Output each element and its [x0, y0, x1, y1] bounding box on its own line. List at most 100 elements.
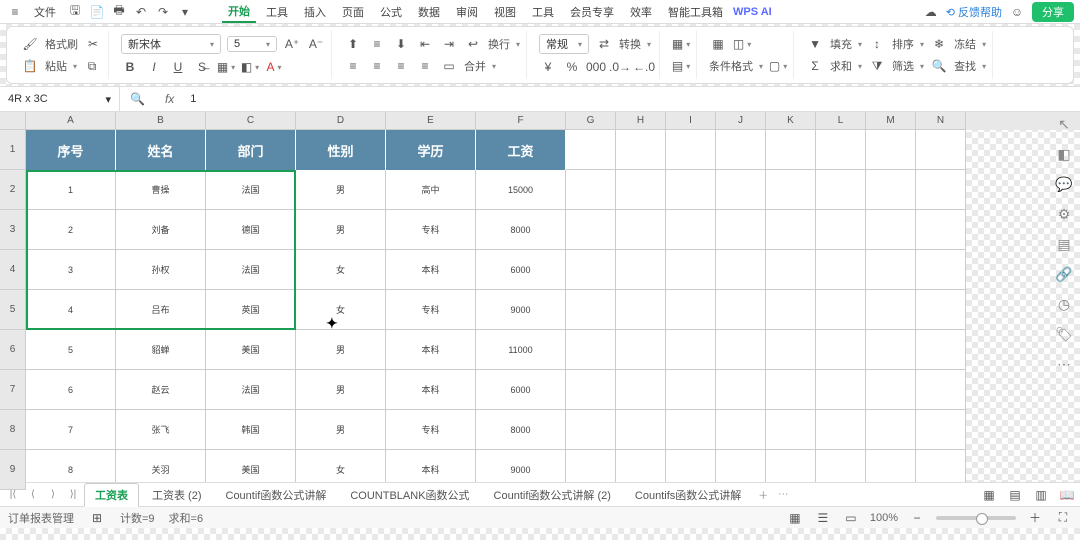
filter-icon[interactable]: ⧩	[868, 57, 886, 75]
indent-dec-icon[interactable]: ⇤	[416, 35, 434, 53]
table-cell[interactable]	[716, 290, 766, 330]
col-header-G[interactable]: G	[566, 112, 616, 130]
add-sheet-icon[interactable]: ＋	[754, 487, 772, 502]
table-cell[interactable]	[616, 410, 666, 450]
table-cell[interactable]: 高中	[386, 170, 476, 210]
table-cell[interactable]: 专科	[386, 210, 476, 250]
sheet-tab[interactable]: Countif函数公式讲解	[215, 483, 338, 507]
table-cell[interactable]	[766, 330, 816, 370]
col-header-K[interactable]: K	[766, 112, 816, 130]
table-cell[interactable]	[816, 330, 866, 370]
table-cell[interactable]	[666, 370, 716, 410]
table-cell[interactable]: 男	[296, 410, 386, 450]
save-icon[interactable]: 🖫	[66, 3, 84, 21]
freeze-icon[interactable]: ❄	[930, 35, 948, 53]
tab-start[interactable]: 开始	[222, 1, 256, 23]
table-cell[interactable]: 8000	[476, 410, 566, 450]
col-header-N[interactable]: N	[916, 112, 966, 130]
tab-smart[interactable]: 智能工具箱	[662, 2, 729, 22]
paste-label[interactable]: 粘贴	[45, 58, 77, 74]
table-cell[interactable]	[916, 290, 966, 330]
table-cell[interactable]: 9000	[476, 450, 566, 482]
sort-icon[interactable]: ↕	[868, 35, 886, 53]
font-name-select[interactable]: 新宋体	[121, 34, 221, 54]
table-cell[interactable]	[866, 330, 916, 370]
cell-style-icon[interactable]: ◫	[733, 35, 751, 53]
style-icon[interactable]: ◧	[1054, 144, 1074, 164]
undo-icon[interactable]: ↶	[132, 3, 150, 21]
table-cell[interactable]	[866, 290, 916, 330]
table-header-cell[interactable]	[766, 130, 816, 170]
table-header-cell[interactable]	[616, 130, 666, 170]
zoom-slider[interactable]	[936, 516, 1016, 520]
table-cell[interactable]: 英国	[206, 290, 296, 330]
view-normal-icon[interactable]: ▦	[980, 486, 998, 504]
table-cell[interactable]: 女	[296, 290, 386, 330]
col-header-I[interactable]: I	[666, 112, 716, 130]
tab-tools[interactable]: 工具	[260, 2, 294, 22]
tab-first-icon[interactable]: |⟨	[4, 489, 22, 500]
zoom-value[interactable]: 100%	[870, 512, 898, 524]
table-cell[interactable]	[816, 170, 866, 210]
rows-cols-icon[interactable]: ▦	[672, 35, 690, 53]
chevron-down-icon[interactable]: ▾	[105, 93, 111, 106]
table-cell[interactable]: 7	[26, 410, 116, 450]
sheet-tab[interactable]: 工资表 (2)	[141, 483, 213, 507]
sum-label[interactable]: 求和	[830, 58, 862, 74]
table-cell[interactable]	[766, 210, 816, 250]
table-cell[interactable]: 本科	[386, 370, 476, 410]
percent-icon[interactable]: %	[563, 58, 581, 76]
table-cell[interactable]	[716, 210, 766, 250]
table-cell[interactable]	[716, 450, 766, 482]
clock-icon[interactable]: ◷	[1054, 294, 1074, 314]
table-header-cell[interactable]	[866, 130, 916, 170]
table-cell[interactable]: 关羽	[116, 450, 206, 482]
wrap-label[interactable]: 换行	[488, 36, 520, 52]
decrease-font-icon[interactable]: A⁻	[307, 35, 325, 53]
align-top-icon[interactable]: ⬆	[344, 35, 362, 53]
tab-review[interactable]: 审阅	[450, 2, 484, 22]
row-header[interactable]: 6	[0, 330, 26, 370]
row-header[interactable]: 3	[0, 210, 26, 250]
table-cell[interactable]: 6000	[476, 250, 566, 290]
table-cell[interactable]: 4	[26, 290, 116, 330]
sheet-tab[interactable]: Countifs函数公式讲解	[624, 483, 752, 507]
table-cell[interactable]: 德国	[206, 210, 296, 250]
cloud-icon[interactable]: ☁	[922, 3, 940, 21]
wps-ai-label[interactable]: WPS AI	[733, 6, 772, 18]
dec-inc-icon[interactable]: .0→	[611, 58, 629, 76]
col-header-M[interactable]: M	[866, 112, 916, 130]
format-brush-label[interactable]: 格式刷	[45, 36, 78, 52]
chat-icon[interactable]: 💬	[1054, 174, 1074, 194]
feedback-link[interactable]: ⟲ 反馈帮助	[946, 4, 1002, 20]
table-cell[interactable]: 法国	[206, 250, 296, 290]
view-page-icon[interactable]: ▤	[1006, 486, 1024, 504]
sort-label[interactable]: 排序	[892, 36, 924, 52]
strike-icon[interactable]: S̶	[193, 58, 211, 76]
table-cell[interactable]	[866, 170, 916, 210]
table-cell[interactable]: 孙权	[116, 250, 206, 290]
table-cell[interactable]: 张飞	[116, 410, 206, 450]
table-header-cell[interactable]: 部门	[206, 130, 296, 170]
convert-label[interactable]: 转换	[619, 36, 651, 52]
table-cell[interactable]: 刘备	[116, 210, 206, 250]
thousand-icon[interactable]: 000	[587, 58, 605, 76]
open-icon[interactable]: 📄	[88, 3, 106, 21]
print-icon[interactable]: 🖶	[110, 3, 128, 21]
table-cell[interactable]: 曹操	[116, 170, 206, 210]
font-size-select[interactable]: 5	[227, 36, 277, 52]
table-header-cell[interactable]	[666, 130, 716, 170]
file-menu[interactable]: 文件	[28, 2, 62, 22]
cond-format-label[interactable]: 条件格式	[709, 58, 763, 74]
status-page-icon[interactable]: ▭	[842, 509, 860, 527]
table-cell[interactable]: 本科	[386, 450, 476, 482]
table-icon[interactable]: ▢	[769, 57, 787, 75]
table-cell[interactable]	[816, 450, 866, 482]
table-cell[interactable]: 5	[26, 330, 116, 370]
table-cell[interactable]: 美国	[206, 450, 296, 482]
table-cell[interactable]: 男	[296, 210, 386, 250]
currency-icon[interactable]: ¥	[539, 58, 557, 76]
table-cell[interactable]	[566, 170, 616, 210]
copy-icon[interactable]: ⧉	[83, 57, 101, 75]
wrap-icon[interactable]: ↩	[464, 35, 482, 53]
